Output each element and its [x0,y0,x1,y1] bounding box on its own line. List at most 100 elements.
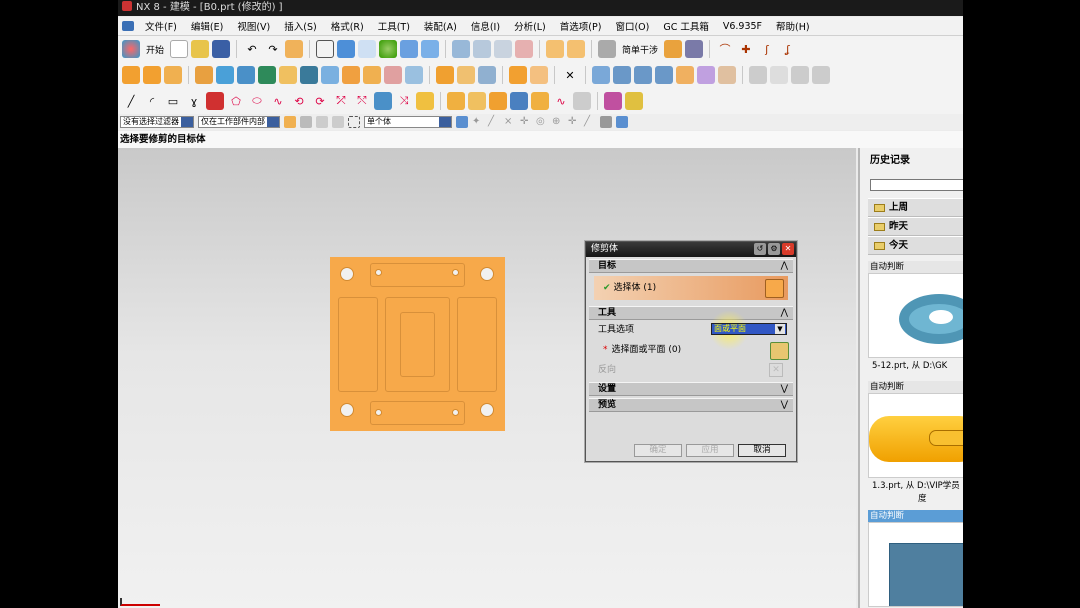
subtract-icon[interactable] [457,66,475,84]
cancel-button[interactable]: 取消 [738,444,786,457]
select-body-cube-icon[interactable] [765,279,784,298]
trim-body-icon[interactable] [509,66,527,84]
section-icon[interactable] [791,66,809,84]
through-curves-icon[interactable] [447,92,465,110]
menu-information[interactable]: 信息(I) [464,19,507,33]
extrude-icon[interactable] [122,66,140,84]
text-curve-icon[interactable] [416,92,434,110]
hole-icon[interactable] [216,66,234,84]
offset-face-icon[interactable] [342,66,360,84]
pocket-icon[interactable] [258,66,276,84]
menu-edit[interactable]: 编辑(E) [184,19,230,33]
tool-option-dropdown[interactable]: 面或平面 [711,323,787,335]
trim-curve-icon[interactable]: ✚ [737,40,755,58]
menu-analysis[interactable]: 分析(L) [507,19,553,33]
fillet-curve-icon[interactable]: ʆ [779,40,797,58]
measure-icon[interactable] [664,40,683,58]
render-icon[interactable] [379,40,398,58]
reverse-direction-icon[interactable]: ✕ [769,363,783,377]
snap-center-icon[interactable]: ◎ [536,116,548,128]
slot-icon[interactable] [279,66,297,84]
snap-control-icon[interactable]: ✛ [520,116,532,128]
simple-interference-icon[interactable] [598,40,617,58]
datum-csys-icon[interactable]: ✕ [561,66,579,84]
snap-existing-icon[interactable]: ✛ [568,116,580,128]
body-rule-dropdown[interactable]: 单个体 [364,116,452,128]
sew-icon[interactable] [531,92,549,110]
bounded-plane-icon[interactable] [510,92,528,110]
menu-plugin-version[interactable]: V6.935F [716,21,769,32]
selection-arrow-icon[interactable] [456,116,468,128]
undo-icon[interactable]: ↶ [243,40,261,58]
menu-view[interactable]: 视图(V) [230,19,277,33]
mold-wizard-icon[interactable] [604,92,622,110]
arc-icon[interactable]: ◜ [143,92,161,110]
rib-icon[interactable] [321,66,339,84]
fit-view-icon[interactable] [316,40,335,58]
apply-button[interactable]: 应用 [686,444,734,457]
show-hide-icon[interactable] [473,40,492,58]
drawing-sheet-icon[interactable] [749,66,767,84]
offset-curve-icon[interactable]: ⟲ [290,92,308,110]
menu-assembly[interactable]: 装配(A) [417,19,464,33]
snap-end-icon[interactable]: ╱ [488,116,500,128]
snap-bounded-icon[interactable] [616,116,628,128]
section-curve-icon[interactable]: ⤲ [353,92,371,110]
patch-icon[interactable] [573,92,591,110]
draft-icon[interactable] [384,66,402,84]
menu-window[interactable]: 窗口(O) [608,19,656,33]
history-item[interactable]: 自动判断 1.3.prt, 从 D:\VIP学员 度 [868,381,963,506]
selection-scope-dropdown[interactable]: 仅在工作部件内部 [198,116,280,128]
revolve-icon[interactable] [143,66,161,84]
replace-face-icon[interactable] [655,66,673,84]
system-menu-icon[interactable] [122,21,134,31]
menu-gc-toolkit[interactable]: GC 工具箱 [656,19,716,33]
save-icon[interactable] [212,40,231,58]
ok-button[interactable]: 确定 [634,444,682,457]
wireframe-icon[interactable] [358,40,377,58]
chevron-down-icon[interactable]: ⋁ [781,383,788,396]
select-all-icon[interactable] [332,116,344,128]
wcs-dropdown-icon[interactable] [567,40,586,58]
filter-options-icon[interactable] [316,116,328,128]
snap-curve-icon[interactable]: ╱ [584,116,596,128]
menu-preferences[interactable]: 首选项(P) [553,19,609,33]
pad-icon[interactable] [237,66,255,84]
boss-icon[interactable] [195,66,213,84]
shaded-view-icon[interactable] [337,40,356,58]
wcs-icon[interactable] [546,40,565,58]
polygon-icon[interactable]: ⬠ [227,92,245,110]
chevron-up-icon[interactable]: ⋀ [781,260,788,273]
menu-file[interactable]: 文件(F) [138,19,184,33]
extract-curve-icon[interactable] [374,92,392,110]
line-icon[interactable]: ╱ [122,92,140,110]
sketch-icon[interactable] [206,92,224,110]
close-icon[interactable]: ✕ [782,243,794,255]
preview-section-header[interactable]: 预览 ⋁ [589,398,793,412]
menu-insert[interactable]: 插入(S) [277,19,323,33]
snap-face-icon[interactable] [600,116,612,128]
ellipse-icon[interactable]: ⬭ [248,92,266,110]
report-icon[interactable] [812,66,830,84]
start-icon[interactable] [122,40,140,58]
isoparametric-curve-icon[interactable]: ⤨ [395,92,413,110]
snap-quadrant-icon[interactable]: ⊕ [552,116,564,128]
orange-plate-body[interactable] [330,257,505,431]
new-file-icon[interactable] [170,40,189,58]
snap-mid-icon[interactable]: ⨯ [504,116,516,128]
type-filter-dropdown[interactable]: 没有选择过滤器 [120,116,194,128]
info-icon[interactable] [770,66,788,84]
intersect-icon[interactable] [478,66,496,84]
select-face-row[interactable]: * 选择面或平面 (0) [589,340,793,360]
open-folder-icon[interactable] [191,40,210,58]
analysis-icon[interactable] [685,40,704,58]
delete-object-icon[interactable] [515,40,534,58]
snap-point-icon[interactable]: ✦ [472,116,484,128]
spline-icon[interactable]: ∿ [269,92,287,110]
copy-face-icon[interactable] [718,66,736,84]
orient-view-icon[interactable] [400,40,419,58]
select-face-cube-icon[interactable] [770,342,789,360]
settings-gear-icon[interactable]: ⚙ [768,243,780,255]
menu-help[interactable]: 帮助(H) [769,19,817,33]
simple-interference-label[interactable]: 简单干涉 [619,43,661,56]
